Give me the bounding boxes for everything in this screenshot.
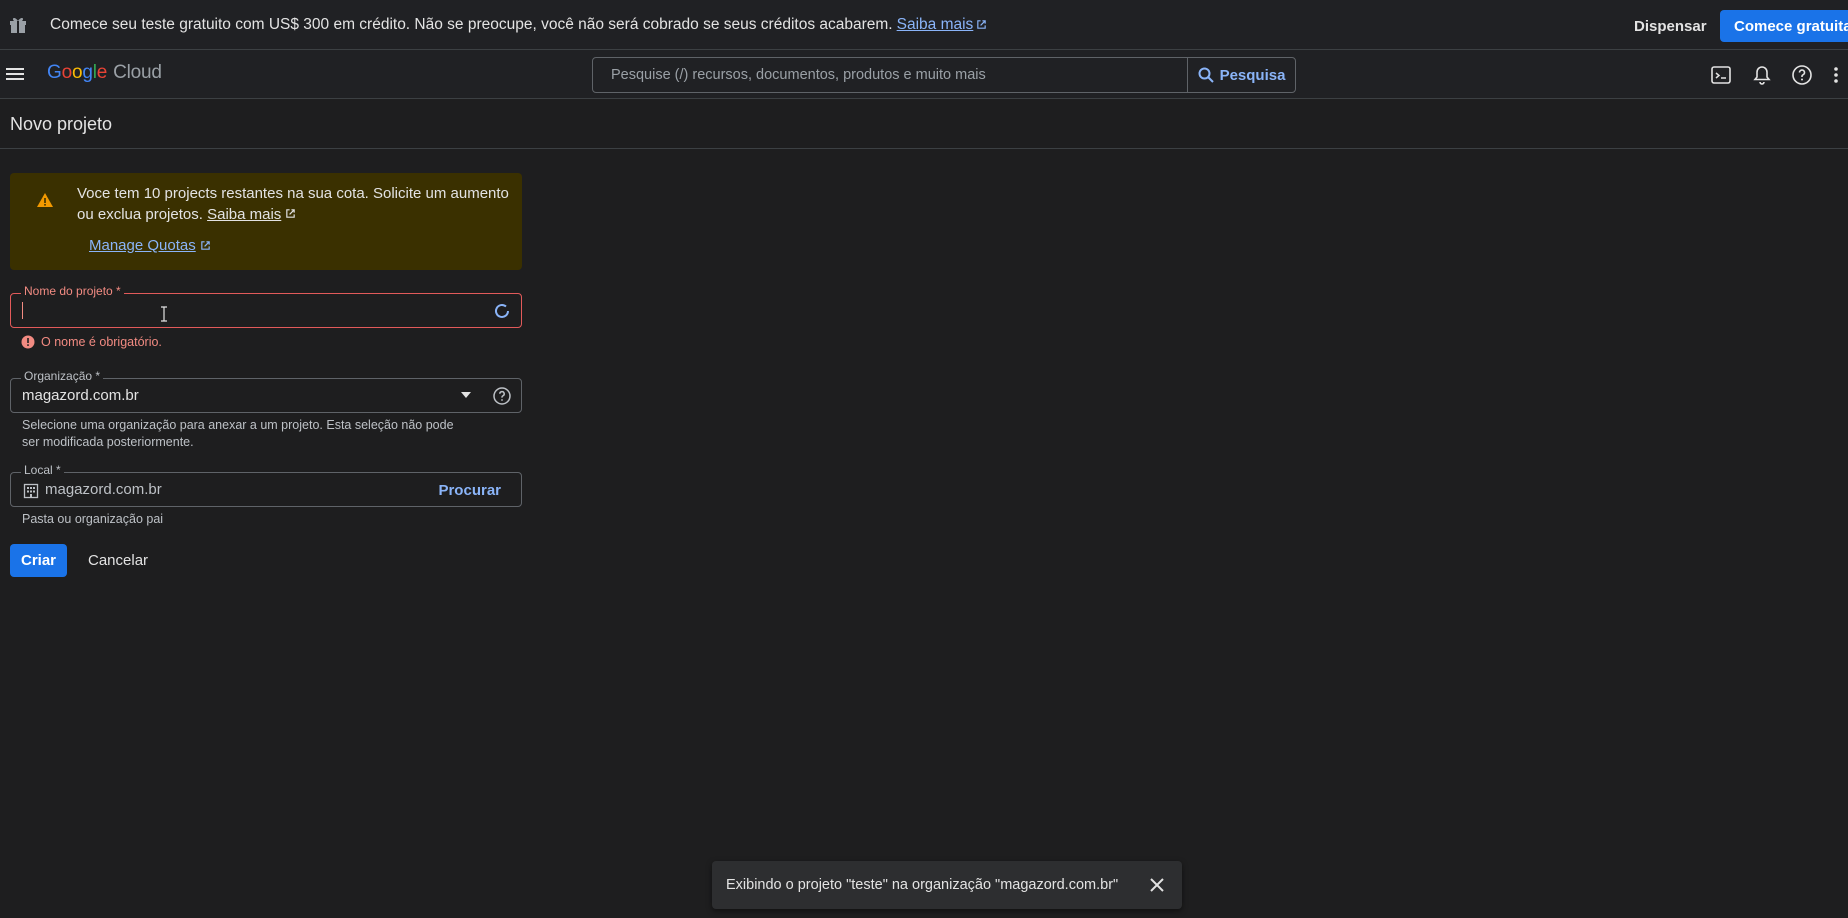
manage-quotas-link[interactable]: Manage Quotas bbox=[89, 237, 211, 254]
search-icon bbox=[1198, 67, 1214, 83]
snackbar-message: Exibindo o projeto "teste" na organizaçã… bbox=[726, 877, 1119, 893]
notifications-bell-icon[interactable] bbox=[1751, 64, 1773, 86]
cloud-shell-icon[interactable] bbox=[1710, 64, 1732, 86]
google-cloud-logo[interactable]: Google Cloud bbox=[47, 62, 162, 84]
close-icon[interactable] bbox=[1148, 876, 1166, 894]
location-field: Local * magazord.com.br Procurar bbox=[10, 463, 522, 507]
warning-text-block: Voce tem 10 projects restantes na sua co… bbox=[77, 183, 517, 225]
help-icon[interactable] bbox=[1791, 64, 1813, 86]
start-free-button[interactable]: Comece gratuitamente bbox=[1720, 10, 1848, 42]
loading-spinner-icon bbox=[495, 303, 509, 318]
error-icon bbox=[21, 335, 35, 349]
promo-banner: Comece seu teste gratuito com US$ 300 em… bbox=[0, 0, 1848, 50]
top-bar: Google Cloud Pesquise (/) recursos, docu… bbox=[0, 50, 1848, 99]
project-name-label: Nome do projeto * bbox=[21, 284, 124, 298]
snackbar: Exibindo o projeto "teste" na organizaçã… bbox=[712, 861, 1182, 909]
page-title: Novo projeto bbox=[10, 114, 113, 134]
text-caret bbox=[22, 302, 23, 319]
organization-hint: Selecione uma organização para anexar a … bbox=[22, 418, 454, 449]
location-value: magazord.com.br bbox=[45, 481, 162, 498]
location-hint: Pasta ou organização pai bbox=[22, 512, 164, 526]
search-bar: Pesquise (/) recursos, documentos, produ… bbox=[592, 57, 1296, 93]
page-header: Novo projeto bbox=[0, 100, 1848, 149]
gift-icon bbox=[10, 17, 26, 33]
text-cursor-icon bbox=[161, 306, 167, 322]
browse-button[interactable]: Procurar bbox=[438, 482, 501, 499]
dismiss-button[interactable]: Dispensar bbox=[1622, 10, 1719, 42]
project-name-error: O nome é obrigatório. bbox=[21, 335, 162, 349]
search-input[interactable]: Pesquise (/) recursos, documentos, produ… bbox=[593, 67, 1187, 83]
external-link-icon bbox=[200, 241, 210, 250]
organization-value: magazord.com.br bbox=[22, 387, 139, 404]
create-button[interactable]: Criar bbox=[10, 544, 67, 577]
organization-label: Organização * bbox=[21, 369, 104, 383]
organization-select[interactable]: Organização * magazord.com.br bbox=[10, 369, 522, 413]
external-link-icon bbox=[286, 209, 296, 218]
project-name-field[interactable]: Nome do projeto * bbox=[10, 284, 522, 328]
help-circle-icon[interactable] bbox=[492, 386, 512, 406]
dropdown-arrow-icon[interactable] bbox=[461, 392, 471, 398]
cancel-button[interactable]: Cancelar bbox=[80, 544, 156, 577]
building-icon bbox=[23, 483, 39, 499]
location-label: Local * bbox=[21, 463, 64, 477]
promo-learn-more-link[interactable]: Saiba mais bbox=[897, 16, 988, 34]
warning-learn-more-link[interactable]: Saiba mais bbox=[207, 206, 281, 223]
more-options-icon[interactable] bbox=[1830, 64, 1842, 86]
search-button[interactable]: Pesquisa bbox=[1187, 58, 1295, 92]
warning-icon bbox=[37, 193, 53, 207]
hamburger-menu-icon[interactable] bbox=[5, 64, 25, 84]
external-link-icon bbox=[977, 20, 987, 29]
promo-message: Comece seu teste gratuito com US$ 300 em… bbox=[50, 15, 893, 33]
quota-warning: Voce tem 10 projects restantes na sua co… bbox=[10, 173, 522, 270]
